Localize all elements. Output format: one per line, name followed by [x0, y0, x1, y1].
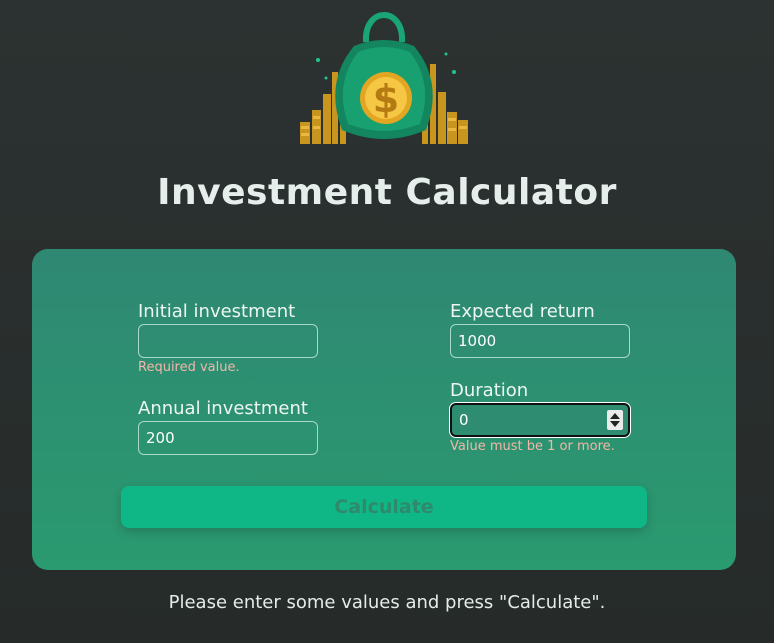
duration-stepper[interactable]: [607, 410, 623, 430]
expected-return-input[interactable]: [450, 324, 630, 358]
initial-investment-label: Initial investment: [138, 301, 296, 322]
annual-investment-input[interactable]: [138, 421, 318, 455]
duration-group: Duration Value must be 1 or more.: [450, 380, 630, 454]
annual-investment-label: Annual investment: [138, 398, 308, 419]
money-bag-dollar-icon: $: [296, 2, 472, 146]
status-message: Please enter some values and press "Calc…: [168, 592, 606, 613]
stepper-down-icon[interactable]: [610, 421, 620, 427]
initial-investment-group: Initial investment Required value.: [138, 301, 318, 375]
expected-return-group: Expected return: [450, 301, 630, 358]
duration-label: Duration: [450, 380, 529, 401]
svg-text:$: $: [373, 77, 399, 121]
expected-return-label: Expected return: [450, 301, 595, 322]
duration-input[interactable]: [450, 403, 630, 437]
stepper-up-icon[interactable]: [610, 413, 620, 419]
page-title: Investment Calculator: [157, 172, 617, 213]
initial-investment-error: Required value.: [138, 360, 240, 375]
duration-error: Value must be 1 or more.: [450, 439, 615, 454]
annual-investment-group: Annual investment: [138, 398, 318, 455]
initial-investment-input[interactable]: [138, 324, 318, 358]
calculate-button[interactable]: Calculate: [121, 486, 647, 528]
